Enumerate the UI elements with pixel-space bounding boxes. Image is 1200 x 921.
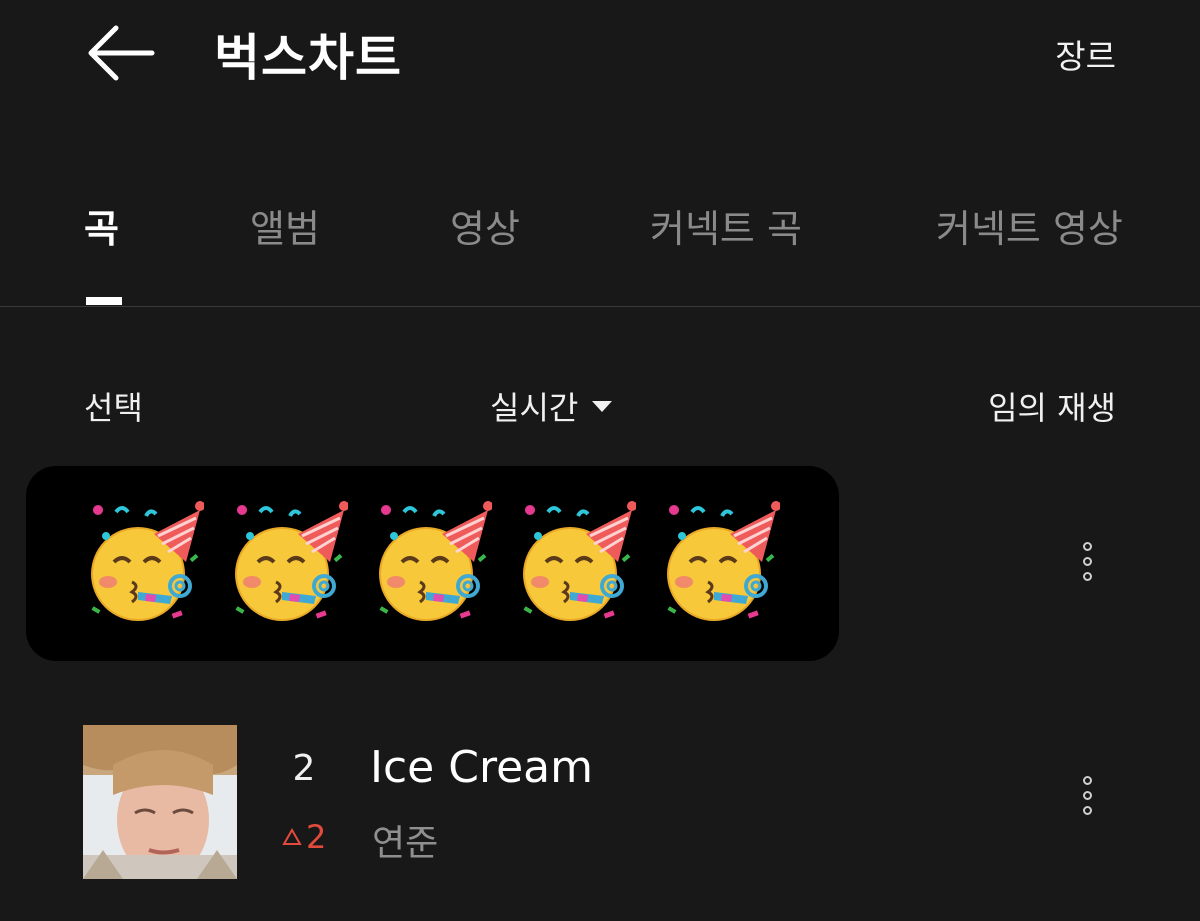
tab-connect-videos[interactable]: 커넥트 영상 [936, 198, 1123, 253]
emoji-row [86, 496, 781, 626]
rank-number: 2 [292, 748, 316, 789]
partying-face-emoji [230, 496, 349, 626]
active-tab-indicator [86, 297, 122, 305]
album-art-image [83, 725, 237, 879]
more-options-button[interactable] [1077, 776, 1097, 815]
song-artist[interactable]: 연준 [372, 814, 438, 866]
more-options-button[interactable] [1077, 542, 1097, 581]
more-dot [1082, 791, 1092, 800]
back-button[interactable] [80, 18, 160, 88]
tab-albums[interactable]: 앨범 [250, 198, 320, 253]
partying-face-emoji [518, 496, 637, 626]
period-dropdown[interactable]: 실시간 [490, 383, 613, 429]
more-dot [1082, 557, 1092, 566]
genre-button[interactable]: 장르 [1055, 30, 1116, 78]
tab-songs[interactable]: 곡 [84, 198, 119, 253]
more-dot [1082, 806, 1092, 815]
partying-face-emoji [662, 496, 781, 626]
rank-change-value: 2 [306, 818, 327, 856]
album-art[interactable] [83, 725, 237, 879]
page-title: 벅스차트 [214, 29, 402, 87]
arrow-left-icon [88, 25, 155, 81]
more-dot [1082, 572, 1092, 581]
caret-down-icon [592, 400, 613, 412]
select-button[interactable]: 선택 [84, 383, 143, 429]
tab-connect-songs[interactable]: 커넥트 곡 [650, 198, 802, 253]
rank-change: 2 [282, 818, 326, 856]
chart-item-1-card[interactable] [26, 466, 839, 661]
tab-divider [0, 306, 1200, 307]
more-vertical-icon [1082, 776, 1092, 785]
triangle-up-icon [282, 828, 302, 845]
tab-videos[interactable]: 영상 [450, 198, 520, 253]
partying-face-emoji [86, 496, 205, 626]
period-label: 실시간 [490, 389, 579, 427]
song-title[interactable]: Ice Cream [370, 742, 593, 793]
partying-face-emoji [374, 496, 493, 626]
shuffle-play-button[interactable]: 임의 재생 [988, 383, 1116, 429]
more-vertical-icon [1082, 542, 1092, 551]
